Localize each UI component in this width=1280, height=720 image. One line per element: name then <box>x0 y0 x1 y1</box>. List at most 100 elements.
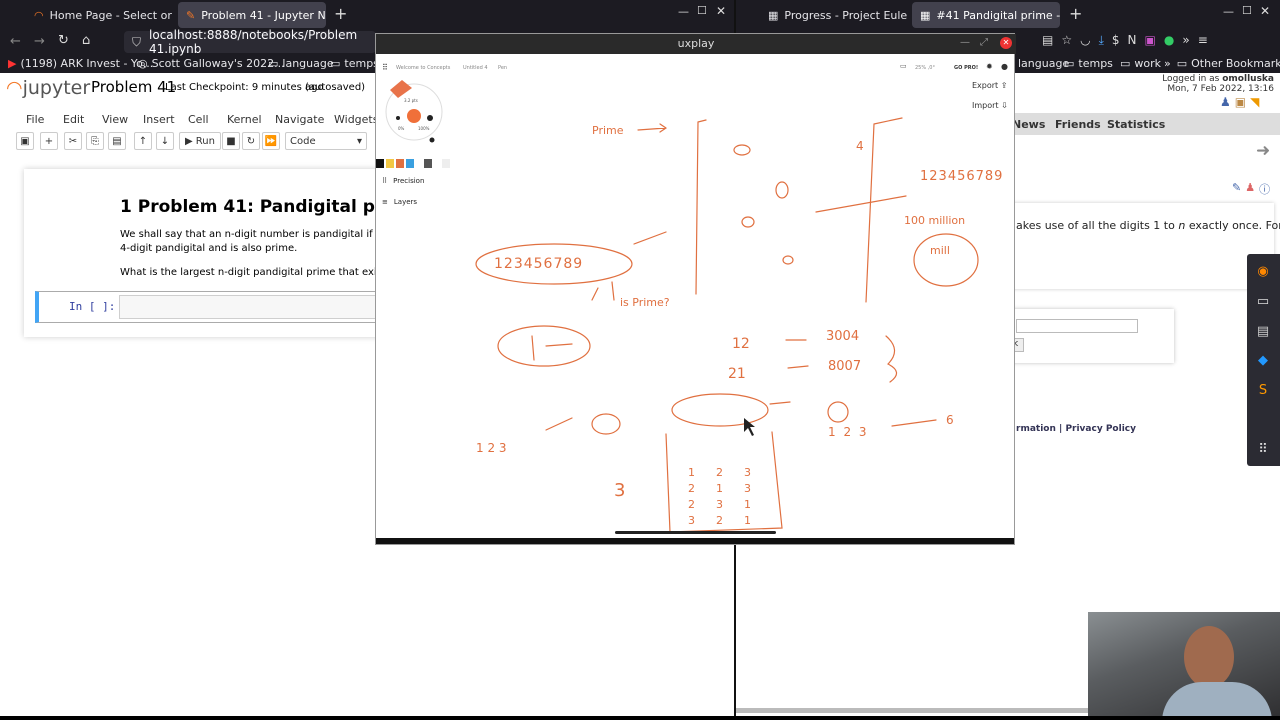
extension-s-icon[interactable]: $ <box>1112 33 1120 48</box>
download-icon[interactable]: ⤓ <box>1099 33 1104 48</box>
sublime-icon[interactable]: S <box>1249 377 1277 403</box>
vscode-icon[interactable]: ◆ <box>1249 347 1277 373</box>
tab-pandigital-prime[interactable]: ▦ #41 Pandigital prime - Pr ✕ <box>912 2 1060 28</box>
extension-grid-icon[interactable]: ▣ <box>1145 33 1156 48</box>
star-icon[interactable]: ☆ <box>1061 33 1072 48</box>
pocket-icon[interactable]: ◡ <box>1080 33 1090 48</box>
new-tab-icon[interactable]: + <box>1069 4 1082 23</box>
reload-icon[interactable]: ↻ <box>58 33 69 48</box>
menu-icon[interactable]: ≡ <box>1198 33 1208 48</box>
menu-kernel[interactable]: Kernel <box>227 109 262 129</box>
terminal-icon[interactable]: ▤ <box>1249 318 1277 344</box>
extension-circle-icon[interactable]: ● <box>1164 33 1174 48</box>
markdown-heading: 1 Problem 41: Pandigital pri <box>120 197 390 217</box>
footer-information-link[interactable]: rmation <box>1016 424 1056 434</box>
bookmark-other-r[interactable]: » ▭ Other Bookmarks <box>1164 55 1280 71</box>
menu-insert[interactable]: Insert <box>143 109 175 129</box>
lock-icon[interactable]: ▣ <box>1235 95 1246 109</box>
bookmark-temps[interactable]: ▭ temps <box>330 55 379 71</box>
info-icon[interactable]: ⓘ <box>1259 181 1270 197</box>
logged-in-label: Logged in as <box>1162 74 1220 84</box>
notebook-tab-icon: ✎ <box>186 8 196 22</box>
bookmark-language[interactable]: ▭ language <box>268 55 334 71</box>
move-up-button[interactable]: ↑ <box>134 132 152 150</box>
cell-type-select[interactable]: Code ▾ <box>285 132 367 150</box>
minimize-icon[interactable]: — <box>1223 5 1234 18</box>
pin-icon[interactable]: ✎ <box>1232 181 1241 197</box>
insert-cell-button[interactable]: + <box>40 132 58 150</box>
minimize-icon[interactable]: — <box>678 5 689 18</box>
mouse-cursor-icon <box>744 418 755 436</box>
uxplay-close-icon[interactable]: ✕ <box>1000 37 1012 49</box>
forward-icon[interactable]: → <box>34 34 45 49</box>
copy-button[interactable]: ⎘ <box>86 132 104 150</box>
ink-mill-oval <box>913 233 979 287</box>
uxplay-restore-icon[interactable]: ⤢ <box>980 37 988 48</box>
date-text: Mon, 7 Feb 2022, 13:16 <box>1167 84 1274 94</box>
uxplay-minimize-icon[interactable]: — <box>960 37 970 48</box>
code-cell[interactable]: In [ ]: <box>35 291 384 323</box>
menu-view[interactable]: View <box>102 109 128 129</box>
menu-widgets[interactable]: Widgets <box>334 109 378 129</box>
bookmark-work-r[interactable]: ▭ work <box>1120 55 1161 71</box>
restart-button[interactable]: ↻ <box>242 132 260 150</box>
bottom-taskbar <box>0 716 1280 720</box>
url-bar[interactable]: ⛉ localhost:8888/notebooks/Problem 41.ip… <box>124 28 376 56</box>
stop-button[interactable]: ■ <box>222 132 240 150</box>
nav-friends[interactable]: Friends <box>1055 118 1101 131</box>
cut-button[interactable]: ✂ <box>64 132 82 150</box>
back-icon[interactable]: ← <box>10 34 21 49</box>
new-tab-icon[interactable]: + <box>334 4 347 23</box>
people-icon[interactable]: ♟ <box>1245 181 1255 197</box>
bookmark-language-r[interactable]: language <box>1018 55 1069 71</box>
nav-news[interactable]: News <box>1012 118 1045 131</box>
tab-label: Home Page - Select or cr <box>49 8 174 22</box>
show-apps-icon[interactable]: ⠿ <box>1249 436 1277 462</box>
privacy-policy-link[interactable]: Privacy Policy <box>1065 424 1136 434</box>
ink-arrows-up <box>591 281 615 301</box>
files-icon[interactable]: ▭ <box>1249 288 1277 314</box>
reader-icon[interactable]: ▤ <box>1042 33 1053 48</box>
paste-button[interactable]: ▤ <box>108 132 126 150</box>
answer-input[interactable] <box>1016 319 1138 333</box>
more-tools-icon[interactable]: » <box>1182 33 1189 48</box>
account-icon[interactable]: ♟ <box>1220 95 1231 109</box>
ink-num-8007: 8007 <box>828 359 861 374</box>
code-input[interactable] <box>119 295 379 319</box>
bookmark-galloway[interactable]: ◎ Scott Galloway's 2022... <box>138 55 285 71</box>
tab-problem-41[interactable]: ✎ Problem 41 - Jupyter Not ✕ <box>178 2 326 28</box>
bookmark-ark[interactable]: ▶ (1198) ARK Invest - Yo... <box>8 55 153 71</box>
maximize-icon[interactable]: ☐ <box>697 4 707 17</box>
notebook-name[interactable]: Problem 41 <box>91 78 176 96</box>
next-arrow-icon[interactable]: ➜ <box>1256 141 1270 161</box>
restart-run-all-button[interactable]: ⏩ <box>262 132 280 150</box>
bookmark-label: language <box>282 56 334 70</box>
home-icon[interactable]: ⌂ <box>82 33 90 48</box>
tab-progress[interactable]: ▦ Progress - Project Euler ✕ <box>760 2 908 28</box>
tab-home-page[interactable]: ◠ Home Page - Select or cr ✕ <box>26 2 174 28</box>
youtube-icon: ▶ <box>8 56 17 70</box>
run-button[interactable]: ▶ Run <box>179 132 221 150</box>
move-down-button[interactable]: ↓ <box>156 132 174 150</box>
nav-statistics[interactable]: Statistics <box>1107 118 1165 131</box>
ink-line-2 <box>865 117 903 303</box>
sketch-canvas[interactable]: Prime 123456789 is Prime? 4 123456789 10… <box>376 54 1014 542</box>
firefox-icon[interactable]: ◉ <box>1249 258 1277 284</box>
menu-file[interactable]: File <box>26 109 44 129</box>
close-window-icon[interactable]: ✕ <box>1260 4 1270 18</box>
close-window-icon[interactable]: ✕ <box>716 4 726 18</box>
ink-arrow <box>637 123 668 133</box>
jupyter-logo[interactable]: ◠jupyter <box>6 77 90 99</box>
save-button[interactable]: ▣ <box>16 132 34 150</box>
extension-n-icon[interactable]: N <box>1128 33 1137 48</box>
menu-cell[interactable]: Cell <box>188 109 209 129</box>
maximize-icon[interactable]: ☐ <box>1242 4 1252 17</box>
tab-label: Progress - Project Euler <box>784 8 908 22</box>
ink-small-circle-4 <box>782 255 794 265</box>
scrollbar[interactable] <box>736 708 1088 713</box>
menu-edit[interactable]: Edit <box>63 109 84 129</box>
bookmark-temps-r[interactable]: ▭ temps <box>1064 55 1113 71</box>
menu-navigate[interactable]: Navigate <box>275 109 324 129</box>
ink-hundred-million: 100 million <box>904 214 965 227</box>
rss-icon[interactable]: ◥ <box>1250 95 1259 109</box>
